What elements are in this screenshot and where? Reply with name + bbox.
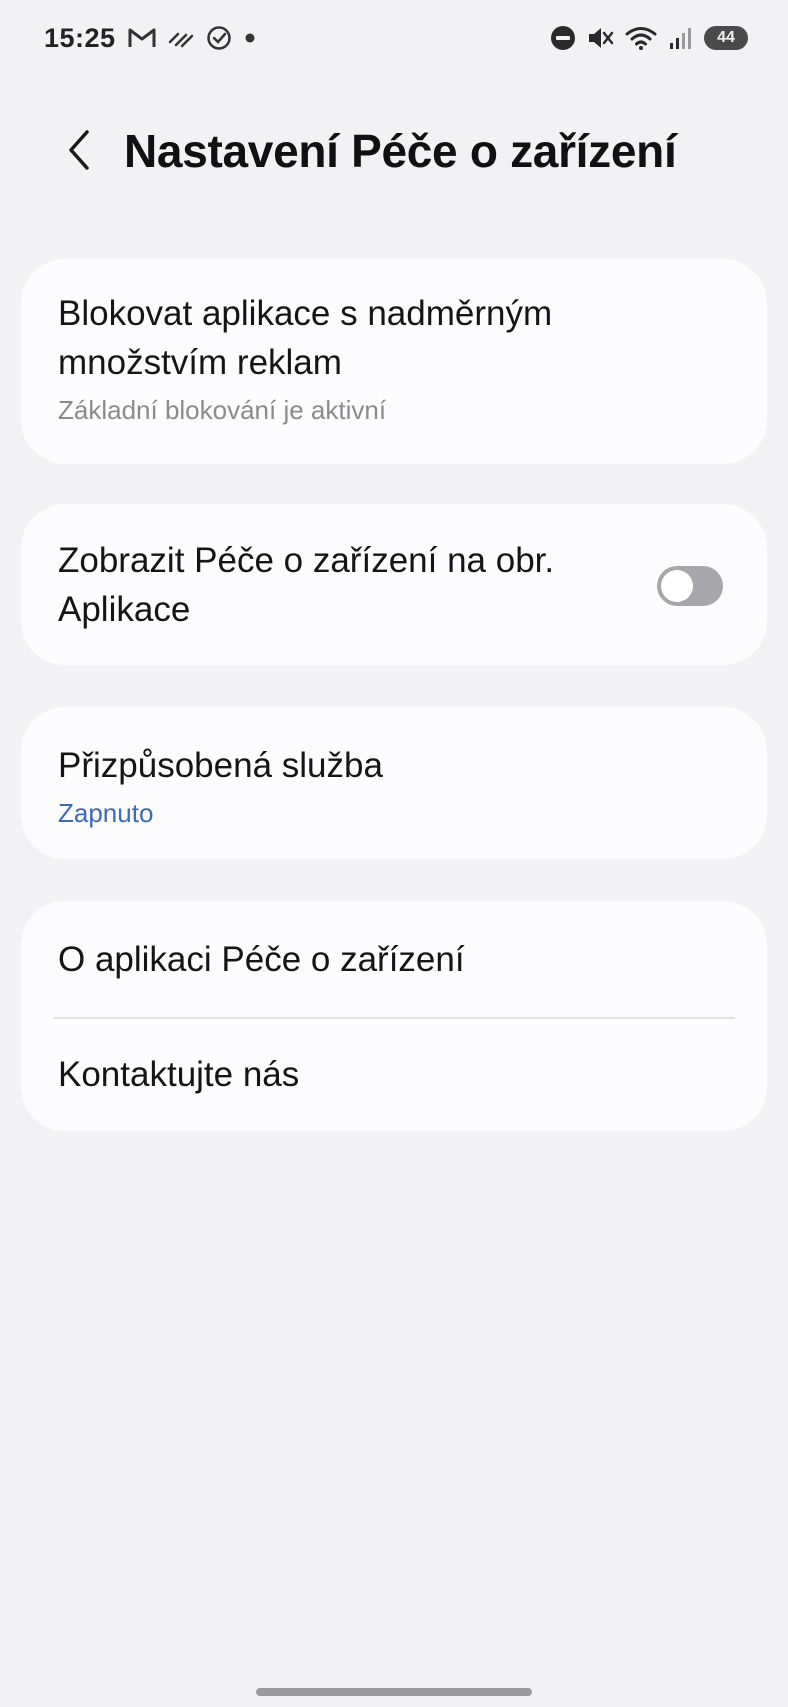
custom-service-title: Přizpůsobená služba [58,746,383,785]
battery-indicator: 44 [704,26,748,50]
wifi-icon [624,25,658,51]
check-circle-icon [206,25,232,51]
screen: 15:25 44 Nastavení Péče o zařízení Bloko… [0,0,788,1707]
mute-icon [586,25,614,51]
custom-service-item[interactable]: Přizpůsobená služba Zapnuto [21,707,767,830]
custom-service-status: Zapnuto [58,798,154,828]
status-left: 15:25 [44,23,256,54]
dot-icon [244,32,256,44]
card-about-contact: O aplikaci Péče o zařízení Kontaktujte n… [21,901,767,1131]
signal-icon [668,25,694,51]
card-block-ads: Blokovat aplikace s nadměrným množstvím … [21,259,767,464]
home-indicator[interactable] [256,1688,532,1696]
gmail-icon [128,27,156,49]
card-custom-service: Přizpůsobená služba Zapnuto [21,707,767,859]
do-not-disturb-icon [550,25,576,51]
card-show-on-apps: Zobrazit Péče o zařízení na obr. Aplikac… [21,504,767,665]
app-header: Nastavení Péče o zařízení [0,110,788,194]
block-ads-item[interactable]: Blokovat aplikace s nadměrným množstvím … [21,259,767,427]
about-title: O aplikaci Péče o zařízení [58,939,465,979]
page-title: Nastavení Péče o zařízení [124,125,677,177]
show-on-apps-toggle[interactable] [657,566,723,606]
chevron-left-icon [65,128,95,177]
contact-item[interactable]: Kontaktujte nás [21,1017,767,1131]
block-ads-subtitle: Základní blokování je aktivní [58,395,387,425]
toggle-knob [661,570,693,602]
show-on-apps-title: Zobrazit Péče o zařízení na obr. Aplikac… [58,541,555,629]
status-bar: 15:25 44 [0,0,788,76]
block-ads-title: Blokovat aplikace s nadměrným množstvím … [58,294,553,382]
show-on-apps-item[interactable]: Zobrazit Péče o zařízení na obr. Aplikac… [21,504,621,634]
back-button[interactable] [52,124,108,180]
stripes-icon [168,28,194,48]
status-right: 44 [550,25,748,51]
status-time: 15:25 [44,22,116,53]
about-item[interactable]: O aplikaci Péče o zařízení [21,901,767,1017]
contact-title: Kontaktujte nás [58,1054,300,1094]
